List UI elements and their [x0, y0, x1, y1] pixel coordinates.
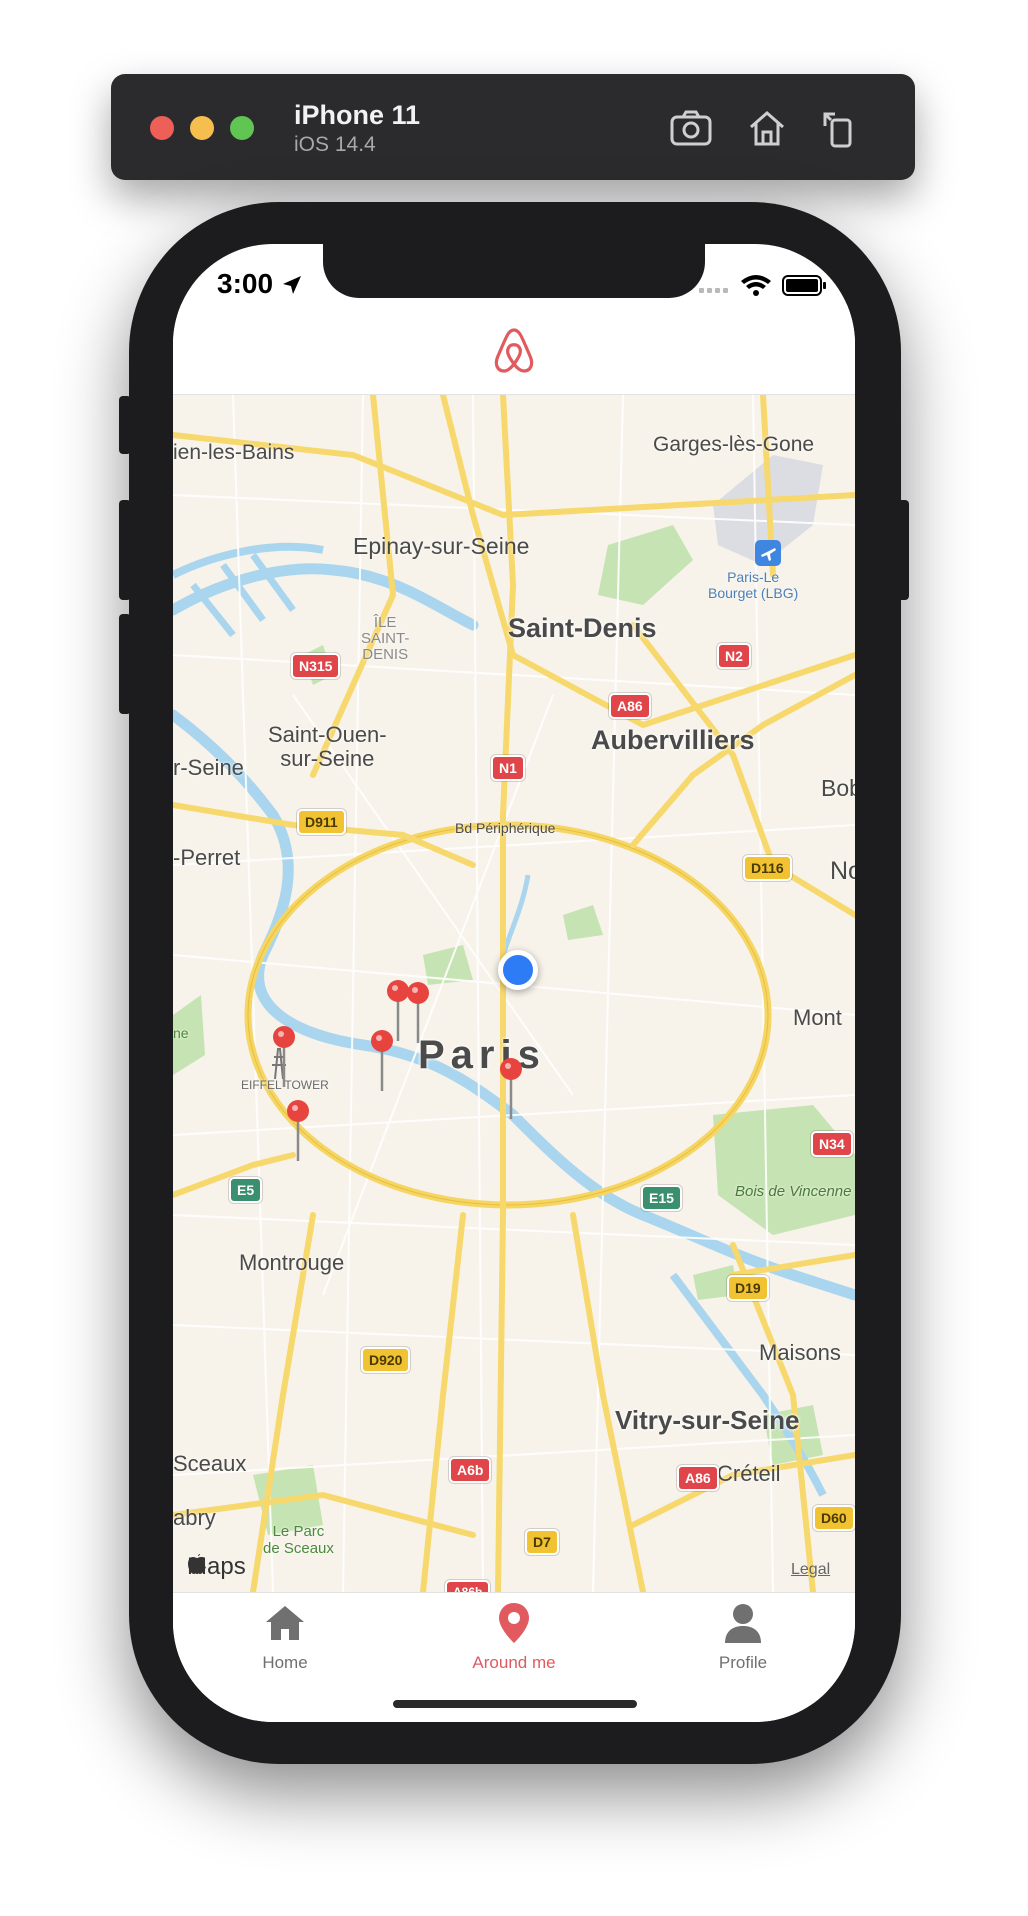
- road-shield-n1: N1: [491, 755, 525, 781]
- road-shield-d19: D19: [727, 1275, 769, 1301]
- map-label-aubervilliers: Aubervilliers: [591, 725, 755, 755]
- map-label-maisons: Maisons: [759, 1340, 841, 1365]
- map-pin-icon[interactable]: [491, 1055, 531, 1125]
- simulator-device-name: iPhone 11: [294, 100, 421, 130]
- volume-down-button: [119, 614, 131, 714]
- location-pin-icon: [499, 1603, 529, 1643]
- map-label-saint-denis: Saint-Denis: [508, 613, 657, 643]
- power-button: [897, 500, 909, 600]
- road-shield-a6b: A6b: [449, 1457, 492, 1483]
- map-label-sceaux: Sceaux: [173, 1451, 247, 1476]
- apple-maps-attribution: Maps: [187, 1553, 246, 1581]
- person-icon: [725, 1604, 761, 1643]
- camera-notch: [323, 244, 705, 298]
- minimize-window-button[interactable]: [190, 116, 214, 140]
- home-icon: [266, 1606, 304, 1640]
- airport-icon: [755, 540, 781, 566]
- road-shield-n2: N2: [717, 643, 751, 669]
- map-label-perret: -Perret: [173, 845, 241, 870]
- close-window-button[interactable]: [150, 116, 174, 140]
- map-label-ile-saint-denis: ÎLE SAINT- DENIS: [361, 614, 410, 663]
- map-label-parc-sceaux: Le Parc de Sceaux: [263, 1523, 334, 1557]
- home-icon[interactable]: [743, 104, 791, 152]
- map-pin-icon[interactable]: [264, 1023, 304, 1093]
- map-label-saint-ouen: Saint-Ouen- sur-Seine: [268, 722, 387, 771]
- map-label-montrouge: Montrouge: [239, 1250, 345, 1275]
- simulator-title-bar: iPhone 11 iOS 14.4: [111, 74, 915, 180]
- user-location-dot: [498, 950, 538, 990]
- map-label-bois: Bois de Vincenne: [735, 1183, 852, 1200]
- map-label-periph: Bd Périphérique: [455, 820, 556, 836]
- status-time: 3:00: [217, 268, 274, 299]
- location-arrow-icon: [283, 276, 301, 294]
- airbnb-logo-icon[interactable]: [488, 324, 540, 376]
- road-shield-d116: D116: [743, 855, 792, 881]
- road-shield-n315: N315: [291, 653, 341, 679]
- battery-icon: [782, 275, 826, 296]
- tab-home[interactable]: Home: [205, 1601, 365, 1691]
- map-pin-icon[interactable]: [398, 979, 438, 1049]
- simulator-os-version: iOS 14.4: [294, 133, 376, 156]
- map-label-seine-left: r-Seine: [173, 755, 244, 780]
- app-screen: 3:00 ien-les-Bains Garges-lès-Gone Epina…: [173, 244, 855, 1722]
- screenshot-icon[interactable]: [667, 104, 715, 152]
- volume-up-button: [119, 500, 131, 600]
- wifi-icon: [741, 275, 771, 296]
- road-shield-d60: D60: [813, 1505, 855, 1531]
- map-label-enghien: ien-les-Bains: [173, 441, 295, 464]
- road-shield-d920: D920: [361, 1347, 411, 1373]
- road-shield-e5: E5: [229, 1177, 263, 1203]
- tab-around-me[interactable]: Around me: [434, 1601, 594, 1691]
- map-label-bob: Bob: [821, 775, 855, 801]
- apple-logo-icon: [188, 1554, 206, 1574]
- road-shield-a86-bottom: A86: [677, 1465, 719, 1491]
- road-shield-n34: N34: [811, 1131, 853, 1157]
- map-label-ne: ne: [173, 1025, 189, 1041]
- map-label-mont: Mont: [793, 1005, 842, 1030]
- map-label-creteil: Créteil: [717, 1461, 781, 1486]
- tab-home-label: Home: [262, 1653, 308, 1672]
- tab-profile[interactable]: Profile: [663, 1601, 823, 1691]
- legal-link[interactable]: Legal: [791, 1561, 830, 1579]
- map-view[interactable]: ien-les-Bains Garges-lès-Gone Epinay-sur…: [173, 395, 855, 1592]
- zoom-window-button[interactable]: [230, 116, 254, 140]
- map-label-bourget: Paris-Le Bourget (LBG): [708, 569, 799, 601]
- map-label-no: No: [830, 857, 855, 885]
- map-label-abry: abry: [173, 1505, 216, 1530]
- map-label-vitry: Vitry-sur-Seine: [615, 1405, 800, 1435]
- tab-around-me-label: Around me: [472, 1653, 556, 1672]
- app-header: [173, 304, 855, 395]
- road-shield-d7: D7: [525, 1529, 559, 1555]
- status-icons: [699, 275, 826, 296]
- tab-profile-label: Profile: [718, 1653, 768, 1672]
- road-shield-e15: E15: [641, 1185, 682, 1211]
- map-pin-icon[interactable]: [362, 1027, 402, 1097]
- silent-switch: [119, 396, 131, 454]
- map-label-epinay: Epinay-sur-Seine: [353, 533, 530, 559]
- home-indicator[interactable]: [393, 1700, 637, 1708]
- road-shield-a86-top: A86: [609, 693, 651, 719]
- road-shield-a86b: A86b: [445, 1580, 491, 1592]
- map-pin-icon[interactable]: [278, 1097, 318, 1167]
- road-shield-d911: D911: [297, 809, 346, 835]
- map-label-garges: Garges-lès-Gone: [653, 433, 815, 456]
- cellular-signal-icon: [699, 288, 728, 293]
- rotate-icon[interactable]: [815, 104, 863, 152]
